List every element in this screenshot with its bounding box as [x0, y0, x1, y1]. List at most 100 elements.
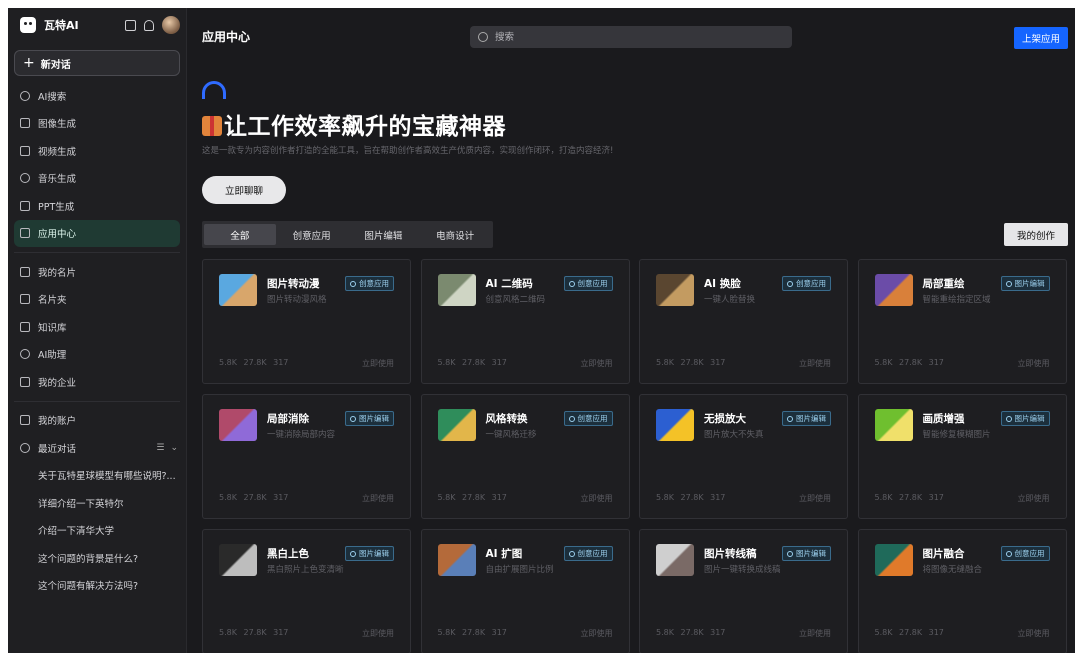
views-count: 5.8K [874, 493, 893, 502]
tab-image-edit[interactable]: 图片编辑 [348, 224, 420, 245]
plus-icon: + [23, 55, 35, 71]
sidebar-item-enterprise[interactable]: 我的企业 [14, 368, 180, 396]
app-card[interactable]: 图片融合 将图像无缝融合 创意应用 5.8K 27.8K 317 立即使用 [857, 529, 1067, 653]
likes-count: 27.8K [243, 628, 267, 637]
search-box[interactable] [470, 26, 792, 48]
bell-icon[interactable] [144, 19, 154, 31]
app-card[interactable]: AI 扩图 自由扩展图片比例 创意应用 5.8K 27.8K 317 立即使用 [420, 529, 630, 653]
likes-count: 27.8K [680, 358, 704, 367]
app-stats: 5.8K 27.8K 317 [875, 493, 944, 502]
use-now-link[interactable]: 立即使用 [1018, 628, 1050, 639]
use-now-link[interactable]: 立即使用 [362, 358, 394, 369]
app-card[interactable]: AI 二维码 创意风格二维码 创意应用 5.8K 27.8K 317 立即使用 [420, 259, 630, 384]
my-creation-button[interactable]: 我的创作 [1004, 223, 1068, 246]
app-card[interactable]: 图片转线稿 图片一键转换成线稿 图片编辑 5.8K 27.8K 317 立即使用 [639, 529, 848, 653]
sidebar-item-my-card[interactable]: 我的名片 [14, 258, 180, 286]
views-count: 5.8K [219, 358, 237, 367]
uses-count: 317 [710, 358, 726, 367]
likes-count: 27.8K [462, 628, 486, 637]
knowledge-icon [20, 321, 30, 332]
app-center-icon [20, 228, 30, 239]
tag-icon [787, 550, 793, 557]
app-subtitle: 创意风格二维码 [485, 295, 546, 305]
views-count: 5.8K [874, 628, 893, 637]
sidebar-item-image-gen[interactable]: 图像生成 [14, 110, 180, 138]
uses-count: 317 [928, 628, 944, 637]
app-card[interactable]: 无损放大 图片放大不失真 图片编辑 5.8K 27.8K 317 立即使用 [639, 394, 848, 519]
app-thumbnail [874, 274, 913, 306]
sidebar-item-account[interactable]: 我的账户 [14, 407, 180, 435]
sidebar-item-knowledge[interactable]: 知识库 [14, 313, 180, 341]
category-tag: 图片编辑 [345, 546, 394, 561]
recent-chat-item[interactable]: 这个问题的背景是什么? [14, 544, 180, 572]
recent-chat-item[interactable]: 详细介绍一下英特尔 [14, 489, 180, 517]
recent-chat-item[interactable]: 关于瓦特星球模型有哪些说明?... [14, 462, 180, 490]
category-tag: 图片编辑 [782, 546, 831, 561]
use-now-link[interactable]: 立即使用 [581, 493, 613, 504]
app-card[interactable]: AI 换脸 一键人脸替换 创意应用 5.8K 27.8K 317 立即使用 [639, 259, 848, 384]
account-icon [20, 415, 30, 426]
views-count: 5.8K [437, 358, 456, 367]
hero-description: 这是一款专为内容创作者打造的全能工具，旨在帮助创作者高效生产优质内容，实现创作闭… [202, 146, 614, 156]
uses-count: 317 [710, 628, 726, 637]
use-now-link[interactable]: 立即使用 [1018, 358, 1050, 369]
category-tag: 图片编辑 [345, 411, 394, 426]
likes-count: 27.8K [899, 358, 923, 367]
chat-now-button[interactable]: 立即聊聊 [202, 176, 286, 204]
app-title: AI 换脸 [704, 278, 741, 290]
tag-icon [350, 415, 356, 422]
app-subtitle: 一键消除局部内容 [267, 430, 336, 440]
likes-count: 27.8K [899, 628, 923, 637]
use-now-link[interactable]: 立即使用 [1018, 493, 1050, 504]
app-card[interactable]: 画质增强 智能修复模糊图片 图片编辑 5.8K 27.8K 317 立即使用 [857, 394, 1067, 519]
use-now-link[interactable]: 立即使用 [581, 628, 613, 639]
app-card[interactable]: 风格转换 一键风格迁移 创意应用 5.8K 27.8K 317 立即使用 [420, 394, 630, 519]
hero-title: 让工作效率飙升的宝藏神器 [202, 107, 506, 141]
app-card[interactable]: 局部重绘 智能重绘指定区域 图片编辑 5.8K 27.8K 317 立即使用 [857, 259, 1067, 384]
sidebar-item-music-gen[interactable]: 音乐生成 [14, 165, 180, 193]
publish-app-button[interactable]: 上架应用 [1014, 27, 1068, 49]
history-icon[interactable]: ☰ [156, 443, 164, 453]
avatar[interactable] [162, 16, 180, 34]
use-now-link[interactable]: 立即使用 [362, 628, 394, 639]
brand-name: 瓦特AI [44, 19, 79, 32]
use-now-link[interactable]: 立即使用 [581, 358, 613, 369]
app-subtitle: 图片转动漫风格 [267, 295, 327, 305]
sidebar-item-ai-assistant[interactable]: AI助理 [14, 341, 180, 369]
app-card[interactable]: 黑白上色 黑白照片上色变清晰 图片编辑 5.8K 27.8K 317 立即使用 [202, 529, 411, 653]
app-title: 风格转换 [485, 413, 528, 425]
app-thumbnail [437, 409, 476, 441]
likes-count: 27.8K [899, 493, 923, 502]
app-subtitle: 将图像无缝融合 [922, 565, 983, 575]
sidebar-item-app-center[interactable]: 应用中心 [14, 219, 180, 247]
uses-count: 317 [710, 493, 726, 502]
uses-count: 317 [928, 493, 944, 502]
app-card[interactable]: 图片转动漫 图片转动漫风格 创意应用 5.8K 27.8K 317 立即使用 [202, 259, 411, 384]
tab-creative[interactable]: 创意应用 [276, 224, 348, 245]
chevron-down-icon[interactable]: ⌄ [170, 443, 178, 453]
use-now-link[interactable]: 立即使用 [799, 493, 831, 504]
card-icon [20, 266, 30, 277]
tab-ecommerce[interactable]: 电商设计 [419, 224, 491, 245]
sidebar-item-recent[interactable]: 最近对话 ☰ ⌄ [14, 434, 180, 462]
sidebar-item-video-gen[interactable]: 视频生成 [14, 137, 180, 165]
new-chat-button[interactable]: + 新对话 [14, 50, 180, 76]
sidebar-item-ppt-gen[interactable]: PPT生成 [14, 192, 180, 220]
use-now-link[interactable]: 立即使用 [799, 628, 831, 639]
search-input[interactable] [493, 30, 777, 44]
tag-icon [1005, 415, 1012, 422]
sidebar-item-ai-search[interactable]: AI搜索 [14, 82, 180, 110]
views-count: 5.8K [437, 628, 456, 637]
sidebar-item-card-folder[interactable]: 名片夹 [14, 286, 180, 314]
recent-chat-item[interactable]: 介绍一下清华大学 [14, 517, 180, 545]
recent-chat-item[interactable]: 这个问题有解决方法吗? [14, 572, 180, 600]
app-thumbnail [874, 544, 913, 576]
app-card[interactable]: 局部消除 一键消除局部内容 图片编辑 5.8K 27.8K 317 立即使用 [202, 394, 411, 519]
category-tag: 创意应用 [563, 276, 613, 291]
sidebar-toggle-icon[interactable] [125, 19, 136, 31]
app-subtitle: 黑白照片上色变清晰 [267, 565, 344, 575]
tab-all[interactable]: 全部 [204, 224, 276, 245]
app-title: AI 二维码 [485, 278, 533, 290]
use-now-link[interactable]: 立即使用 [799, 358, 831, 369]
use-now-link[interactable]: 立即使用 [362, 493, 394, 504]
